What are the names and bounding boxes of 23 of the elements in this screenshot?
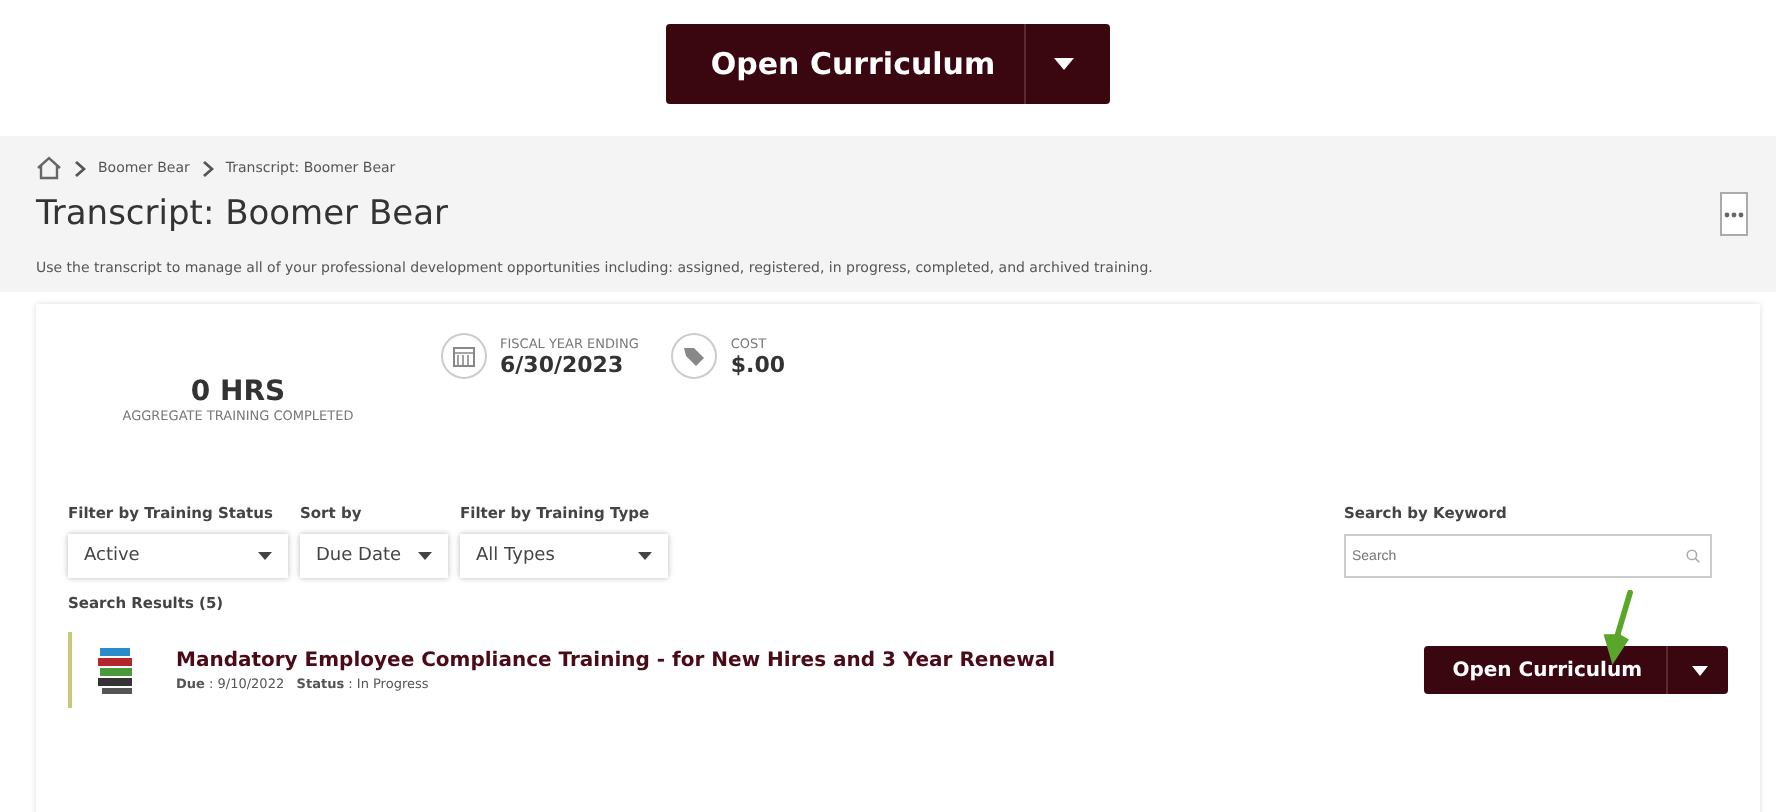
dropdown[interactable]: Due Date bbox=[300, 534, 448, 578]
chevron-icon bbox=[74, 159, 86, 177]
caret-icon bbox=[638, 552, 652, 560]
cost-value: $.00 bbox=[730, 351, 785, 377]
home-icon[interactable] bbox=[36, 156, 62, 180]
books-icon bbox=[96, 644, 136, 696]
open-curriculum-button[interactable]: Open Curriculum bbox=[666, 24, 1110, 104]
hours-value: 0 HRS bbox=[190, 376, 286, 408]
tag-icon bbox=[670, 332, 719, 380]
chevron-icon bbox=[201, 159, 214, 177]
caret-icon bbox=[1053, 58, 1074, 70]
caret-icon bbox=[418, 552, 432, 560]
caret-icon bbox=[258, 552, 272, 560]
dropdown[interactable]: Active bbox=[68, 534, 288, 578]
course-title-link[interactable]: Mandatory Employee Compliance Training - for New Hires and 3 Year Renewal bbox=[176, 649, 1385, 671]
open-curriculum-button[interactable]: Open Curriculum bbox=[1424, 646, 1728, 694]
page-title: Transcript: Boomer Bear bbox=[36, 194, 448, 234]
more-button[interactable] bbox=[1720, 192, 1748, 236]
ellipsis-icon bbox=[1724, 211, 1744, 217]
dropdown[interactable]: All Types bbox=[460, 534, 668, 578]
calendar-icon bbox=[440, 332, 488, 380]
fiscal-year-value: 6/30/2023 bbox=[500, 351, 626, 377]
caret-icon bbox=[1692, 665, 1708, 675]
